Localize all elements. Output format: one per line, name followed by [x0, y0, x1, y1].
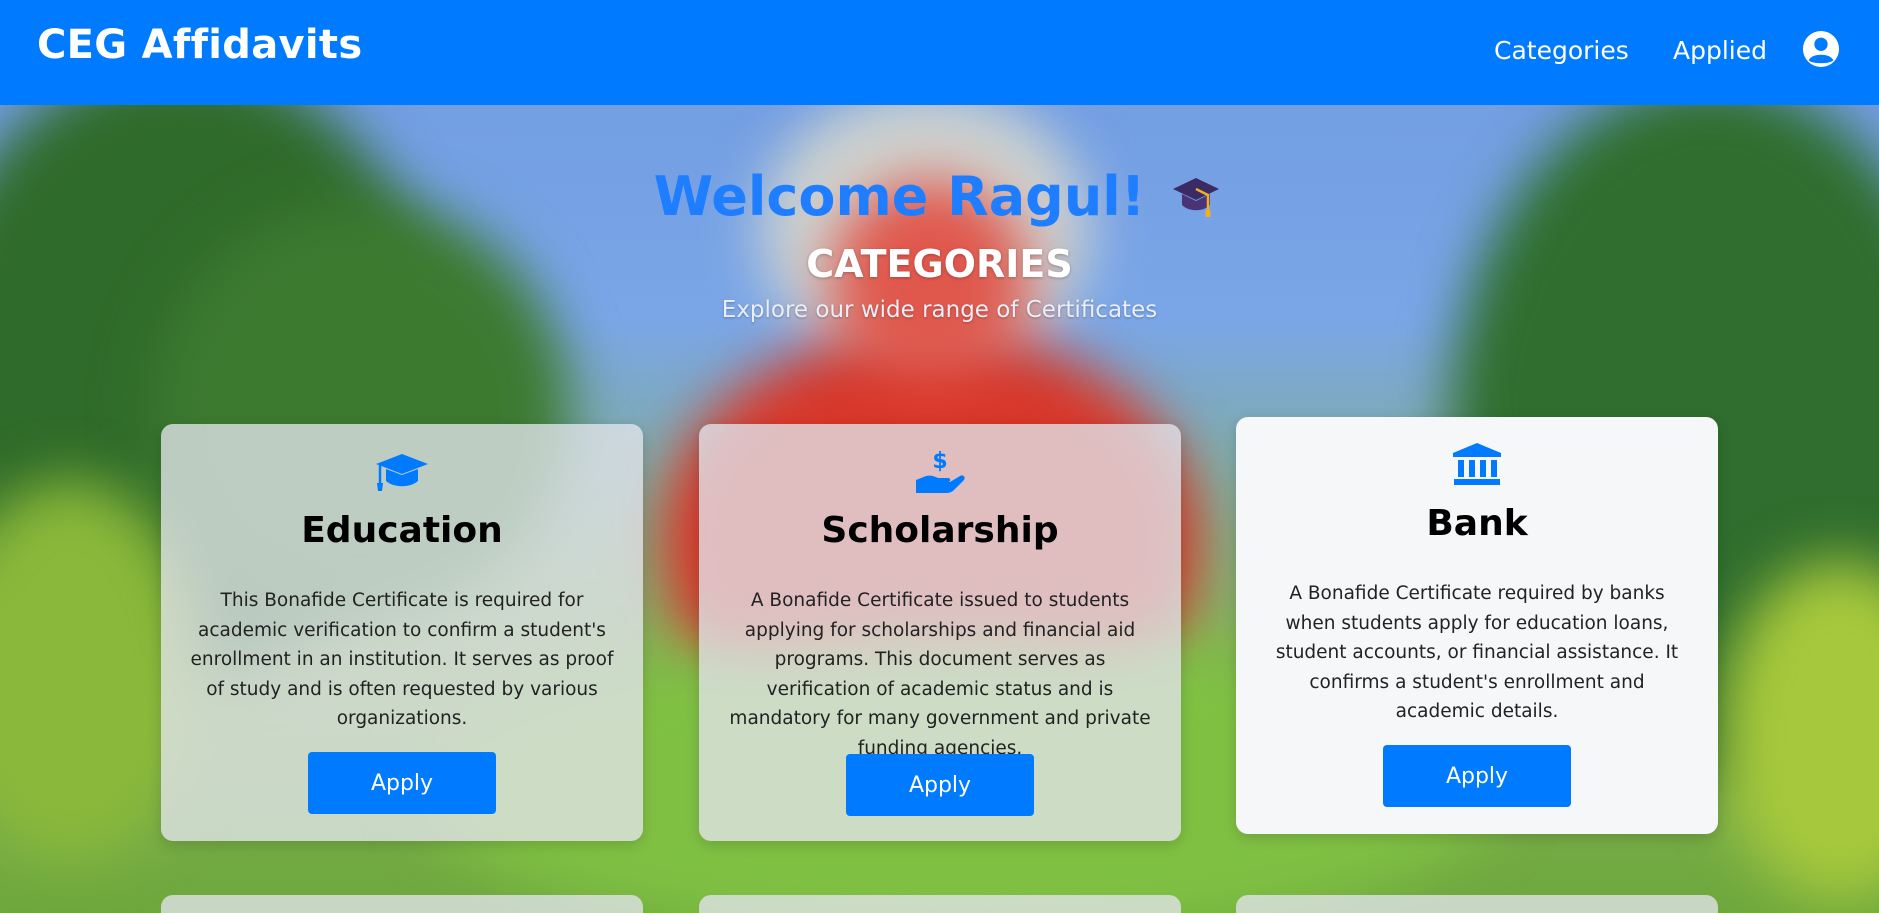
user-circle-icon[interactable]: [1802, 30, 1840, 68]
graduation-cap-emoji-icon: [1167, 168, 1225, 233]
welcome-heading: Welcome Ragul!: [0, 165, 1879, 233]
nav-link-applied[interactable]: Applied: [1673, 36, 1767, 65]
page: CEG Affidavits Categories Applied Welcom…: [0, 0, 1879, 913]
categories-title: CATEGORIES: [806, 242, 1073, 286]
card-title: Education: [301, 510, 503, 551]
bank-building-icon: [1453, 443, 1501, 485]
graduation-cap-icon: [376, 454, 428, 491]
category-card-partial: [161, 895, 643, 913]
svg-text:$: $: [932, 449, 947, 474]
apply-button-scholarship[interactable]: Apply: [846, 754, 1034, 816]
apply-button-bank[interactable]: Apply: [1383, 745, 1571, 807]
category-card-partial: [699, 895, 1181, 913]
hand-holding-dollar-icon: $: [916, 449, 965, 493]
card-description: A Bonafide Certificate required by banks…: [1275, 583, 1679, 722]
navbar: CEG Affidavits Categories Applied: [0, 0, 1879, 105]
card-description: A Bonafide Certificate issued to student…: [729, 590, 1151, 759]
nav-link-categories[interactable]: Categories: [1494, 36, 1629, 65]
card-title: Bank: [1426, 503, 1528, 544]
category-card-scholarship: $ Scholarship A Bonafide Certificate iss…: [699, 424, 1181, 841]
category-card-partial: [1236, 895, 1718, 913]
category-card-education: Education This Bonafide Certificate is r…: [161, 424, 643, 841]
category-card-bank: Bank A Bonafide Certificate required by …: [1236, 417, 1718, 834]
categories-subtitle: Explore our wide range of Certificates: [721, 297, 1158, 323]
apply-button-education[interactable]: Apply: [308, 752, 496, 814]
card-description: This Bonafide Certificate is required fo…: [190, 590, 614, 729]
brand-logo[interactable]: CEG Affidavits: [37, 22, 362, 68]
card-title: Scholarship: [821, 510, 1059, 551]
welcome-text: Welcome Ragul!: [653, 165, 1146, 228]
